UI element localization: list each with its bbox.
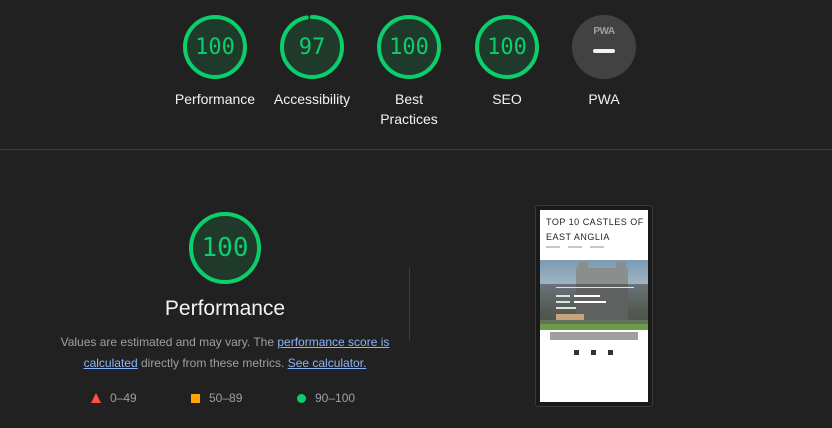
best-practices-gauge[interactable]: 100: [376, 14, 442, 80]
description-middle: directly from these metrics.: [137, 356, 288, 370]
pwa-badge-text: PWA: [593, 26, 615, 37]
legend-fail: 0–49: [91, 391, 137, 405]
thumbnail-grey-bar: [550, 332, 638, 340]
pwa-na-dash-icon: [593, 49, 615, 53]
pwa-label[interactable]: PWA: [549, 89, 659, 109]
thumbnail-newsletter-heading: [556, 287, 634, 288]
section-divider: [0, 149, 832, 150]
pwa-badge[interactable]: PWA: [572, 15, 636, 79]
best-practices-label[interactable]: Best Practices: [354, 89, 464, 129]
see-calculator-link[interactable]: See calculator.: [288, 356, 367, 370]
square-icon: [191, 393, 200, 403]
performance-description: Values are estimated and may vary. The p…: [55, 332, 395, 374]
seo-label[interactable]: SEO: [452, 89, 562, 109]
best-practices-label-text: Best Practices: [380, 91, 438, 127]
legend-pass-text: 90–100: [315, 391, 356, 405]
performance-gauge[interactable]: 100: [182, 14, 248, 80]
thumbnail-input: [574, 301, 606, 303]
thumbnail-page: TOP 10 CASTLES OF EAST ANGLIA: [540, 210, 648, 402]
vertical-divider: [409, 268, 410, 340]
circle-icon: [297, 393, 306, 403]
seo-score: 100: [487, 34, 527, 60]
performance-heading: Performance: [164, 297, 286, 320]
thumbnail-nav: [546, 246, 604, 248]
thumbnail-line: [556, 307, 576, 309]
accessibility-score: 97: [298, 34, 326, 60]
legend-fail-text: 0–49: [110, 391, 137, 405]
social-icon: [574, 350, 579, 355]
description-prefix: Values are estimated and may vary. The: [60, 335, 278, 349]
main-performance-score: 100: [201, 233, 249, 263]
thumbnail-grass: [540, 324, 648, 330]
final-screenshot-thumbnail[interactable]: TOP 10 CASTLES OF EAST ANGLIA: [535, 205, 653, 407]
accessibility-gauge[interactable]: 97: [279, 14, 345, 80]
triangle-icon: [91, 393, 101, 403]
best-practices-score: 100: [389, 34, 429, 60]
social-icon: [591, 350, 596, 355]
performance-score: 100: [195, 34, 235, 60]
legend-pass: 90–100: [297, 391, 355, 405]
thumbnail-subscribe-button: [556, 314, 584, 320]
performance-label[interactable]: Performance: [160, 89, 270, 109]
thumbnail-line: [556, 295, 570, 297]
accessibility-label[interactable]: Accessibility: [257, 89, 367, 109]
thumbnail-social-icons: [574, 350, 613, 355]
social-icon: [608, 350, 613, 355]
legend-average: 50–89: [191, 391, 242, 405]
main-performance-gauge: 100: [188, 211, 262, 285]
thumbnail-line: [556, 301, 570, 303]
thumbnail-site-title: TOP 10 CASTLES OF EAST ANGLIA: [546, 217, 644, 242]
legend-average-text: 50–89: [209, 391, 243, 405]
seo-gauge[interactable]: 100: [474, 14, 540, 80]
thumbnail-input: [574, 295, 600, 297]
